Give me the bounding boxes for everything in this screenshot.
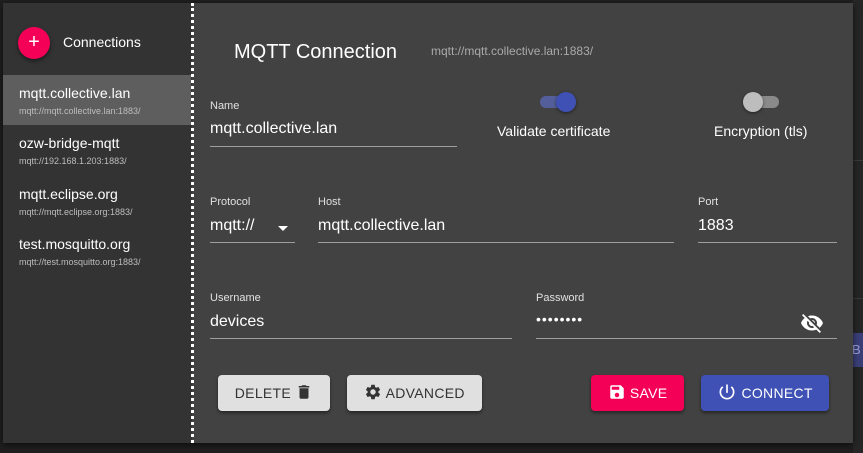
eye-off-icon[interactable]	[800, 311, 824, 335]
password-input[interactable]: ••••••••	[536, 311, 583, 327]
connection-url: mqtt://mqtt.collective.lan:1883/	[19, 106, 141, 116]
delete-button-label: DELETE	[234, 385, 292, 401]
host-label: Host	[318, 196, 341, 208]
save-button[interactable]: SAVE	[591, 375, 684, 411]
save-button-label: SAVE	[629, 385, 668, 401]
username-label: Username	[210, 292, 261, 304]
encryption-label: Encryption (tls)	[714, 123, 808, 139]
protocol-label: Protocol	[210, 196, 251, 208]
add-connection-button[interactable]: +	[18, 27, 50, 59]
trash-icon	[298, 385, 310, 400]
connections-sidebar: + Connections mqtt.collective.lan mqtt:/…	[3, 3, 192, 443]
switch-thumb	[556, 92, 576, 112]
connection-url: mqtt://test.mosquitto.org:1883/	[19, 257, 141, 267]
name-underline	[210, 146, 457, 147]
connection-item-mqtt-collective-lan[interactable]: mqtt.collective.lan mqtt://mqtt.collecti…	[3, 75, 191, 125]
background-partial-button: B	[852, 333, 863, 367]
password-underline	[536, 338, 837, 339]
connection-name: mqtt.eclipse.org	[19, 186, 118, 202]
advanced-button[interactable]: ADVANCED	[347, 375, 482, 411]
gear-icon	[366, 385, 381, 400]
name-input[interactable]: mqtt.collective.lan	[210, 120, 337, 138]
host-underline	[318, 242, 674, 243]
name-label: Name	[210, 100, 240, 112]
validate-certificate-switch[interactable]	[540, 92, 576, 112]
advanced-button-label: ADVANCED	[385, 385, 465, 401]
caret-down-icon[interactable]	[278, 226, 288, 231]
username-input[interactable]: devices	[210, 313, 264, 331]
plus-icon: +	[28, 31, 40, 53]
protocol-underline	[210, 242, 295, 243]
username-underline	[210, 338, 512, 339]
background-partial-button-label: B	[852, 342, 861, 357]
port-underline	[698, 242, 837, 243]
connection-item-mqtt-eclipse-org[interactable]: mqtt.eclipse.org mqtt://mqtt.eclipse.org…	[3, 176, 191, 226]
validate-certificate-label: Validate certificate	[497, 123, 611, 139]
connect-button[interactable]: CONNECT	[701, 375, 829, 411]
connection-url: mqtt://192.168.1.203:1883/	[19, 156, 127, 166]
protocol-select[interactable]: mqtt://	[210, 217, 254, 235]
connection-url: mqtt://mqtt.eclipse.org:1883/	[19, 207, 133, 217]
connection-dialog: + Connections mqtt.collective.lan mqtt:/…	[3, 3, 853, 443]
connection-item-test-mosquitto-org[interactable]: test.mosquitto.org mqtt://test.mosquitto…	[3, 226, 191, 276]
port-input[interactable]: 1883	[698, 217, 734, 235]
sidebar-divider	[191, 3, 194, 443]
port-label: Port	[698, 196, 719, 208]
connection-name: ozw-bridge-mqtt	[19, 135, 120, 151]
host-input[interactable]: mqtt.collective.lan	[318, 217, 445, 235]
background-divider	[853, 298, 863, 299]
connection-url-header: mqtt://mqtt.collective.lan:1883/	[431, 44, 594, 58]
password-label: Password	[536, 292, 585, 304]
switch-thumb	[743, 92, 763, 112]
page-title: MQTT Connection	[234, 41, 398, 63]
background-panel	[853, 0, 863, 453]
connection-name: mqtt.collective.lan	[19, 85, 131, 101]
background-divider	[853, 160, 863, 161]
power-icon	[719, 384, 735, 400]
connect-button-label: CONNECT	[741, 385, 813, 401]
connection-name: test.mosquitto.org	[19, 236, 131, 252]
floppy-disk-icon	[609, 385, 624, 400]
delete-button[interactable]: DELETE	[218, 375, 330, 411]
connections-title: Connections	[63, 34, 141, 50]
connection-item-ozw-bridge-mqtt[interactable]: ozw-bridge-mqtt mqtt://192.168.1.203:188…	[3, 125, 191, 175]
encryption-switch[interactable]	[743, 92, 779, 112]
